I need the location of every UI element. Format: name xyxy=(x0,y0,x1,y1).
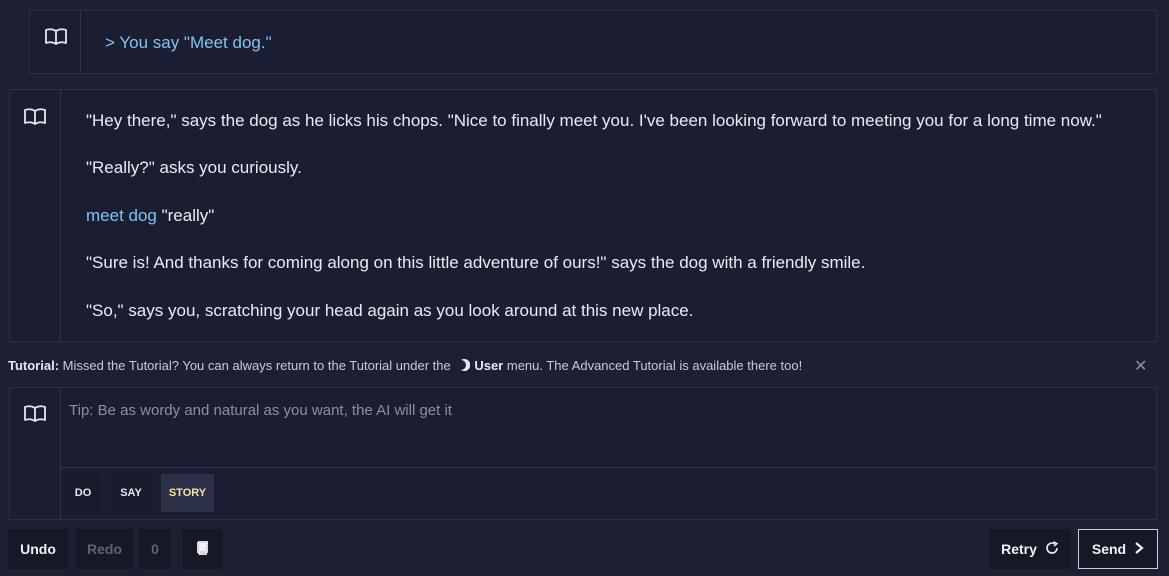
refresh-icon xyxy=(1045,540,1059,558)
book-icon[interactable] xyxy=(24,107,46,125)
send-button[interactable]: Send xyxy=(1078,529,1158,569)
action-icon-column xyxy=(30,11,81,73)
input-icon-column xyxy=(10,388,61,519)
notebook-icon xyxy=(196,540,209,558)
inline-action-link[interactable]: meet dog xyxy=(86,206,157,225)
mode-selector: DO SAY STORY xyxy=(60,467,1156,519)
story-paragraph: "Sure is! And thanks for coming along on… xyxy=(86,253,866,272)
action-text: > You say "Meet dog." xyxy=(105,33,272,52)
story-paragraph: "Hey there," says the dog as he licks hi… xyxy=(86,111,1102,130)
story-entry: "Hey there," says the dog as he licks hi… xyxy=(9,89,1157,342)
tutorial-text-before: Missed the Tutorial? You can always retu… xyxy=(59,358,455,373)
chevron-right-icon xyxy=(1134,541,1144,557)
story-input[interactable]: Tip: Be as wordy and natural as you want… xyxy=(69,402,452,419)
moon-icon xyxy=(458,359,471,371)
notebook-button[interactable] xyxy=(182,529,223,569)
tutorial-menu-name: User xyxy=(474,358,504,373)
book-icon[interactable] xyxy=(24,404,46,422)
story-paragraph: "Really?" asks you curiously. xyxy=(86,158,302,177)
mode-do-button[interactable]: DO xyxy=(65,474,101,512)
mode-story-button[interactable]: STORY xyxy=(161,474,214,512)
tutorial-text-after: menu. The Advanced Tutorial is available… xyxy=(503,358,803,373)
story-paragraph-inline-action: meet dog "really" xyxy=(86,206,214,226)
story-icon-column xyxy=(10,90,61,341)
input-panel: Tip: Be as wordy and natural as you want… xyxy=(9,387,1157,520)
send-label: Send xyxy=(1091,541,1127,557)
mode-say-button[interactable]: SAY xyxy=(111,474,151,512)
action-entry: > You say "Meet dog." xyxy=(29,10,1157,74)
redo-count: 0 xyxy=(139,529,171,569)
close-icon[interactable]: ✕ xyxy=(1134,356,1147,376)
retry-button[interactable]: Retry xyxy=(989,529,1071,569)
tutorial-banner: Tutorial: Missed the Tutorial? You can a… xyxy=(8,358,802,373)
tutorial-label: Tutorial: xyxy=(8,358,60,373)
redo-button[interactable]: Redo xyxy=(76,529,133,569)
story-paragraph: "So," says you, scratching your head aga… xyxy=(86,301,694,320)
book-icon[interactable] xyxy=(45,27,67,45)
retry-label: Retry xyxy=(1001,541,1037,557)
undo-button[interactable]: Undo xyxy=(8,529,68,569)
inline-action-text: "really" xyxy=(156,206,215,225)
